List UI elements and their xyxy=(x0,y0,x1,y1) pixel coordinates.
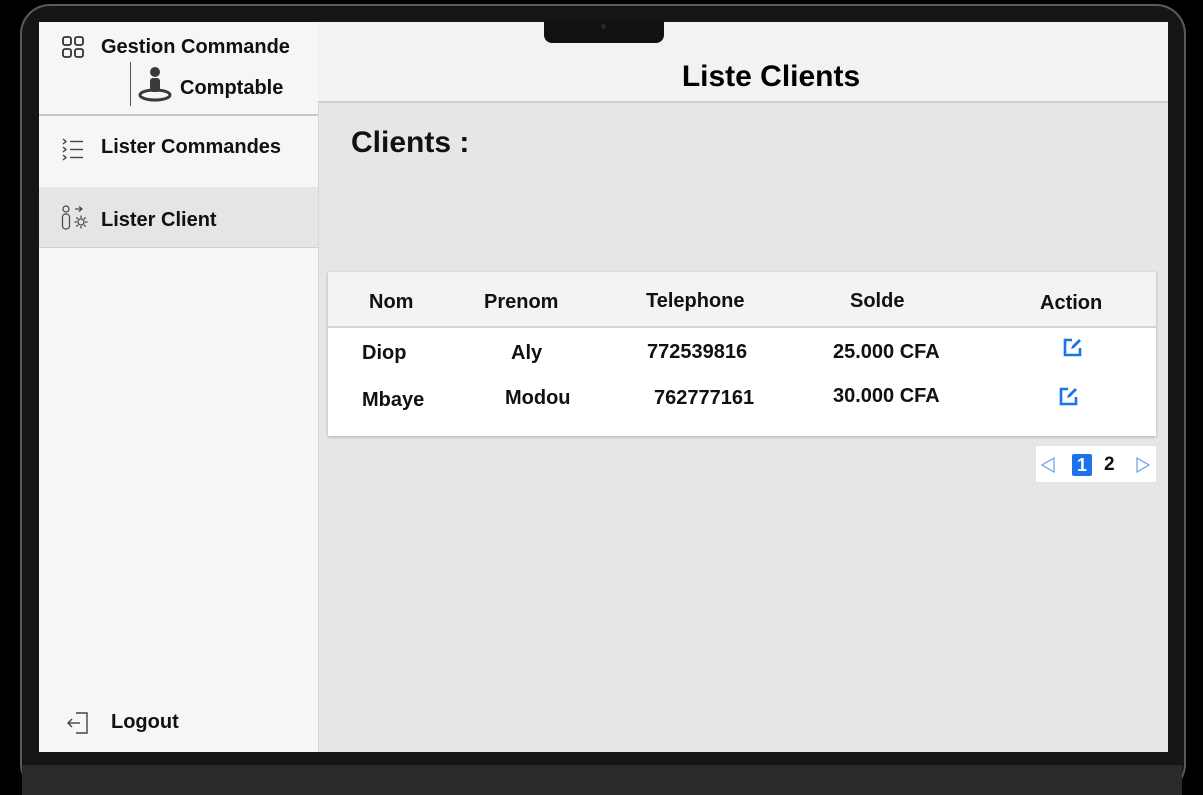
edit-icon[interactable] xyxy=(1058,385,1080,412)
user-settings-icon xyxy=(61,205,91,240)
chevron-left-icon[interactable] xyxy=(1040,456,1056,479)
user-icon xyxy=(137,66,173,107)
page-title: Liste Clients xyxy=(681,60,861,93)
sidebar-item-label: Lister Client xyxy=(101,209,217,231)
cell-telephone: 762777161 xyxy=(654,387,755,409)
cell-solde: 25.000 CFA xyxy=(833,341,940,363)
chevron-right-icon[interactable] xyxy=(1135,456,1151,479)
section-title: Clients : xyxy=(351,126,470,159)
cell-prenom: Modou xyxy=(505,387,571,409)
cell-solde: 30.000 CFA xyxy=(833,385,940,407)
column-header-nom[interactable]: Nom xyxy=(369,291,413,314)
cell-nom: Diop xyxy=(362,342,407,364)
cell-telephone: 772539816 xyxy=(647,341,748,363)
column-header-prenom[interactable]: Prenom xyxy=(484,291,558,314)
cell-prenom: Aly xyxy=(511,342,543,364)
pagination: 1 2 xyxy=(1036,446,1156,482)
app-screen: Gestion Commande Comptable Lister Comman… xyxy=(39,22,1168,752)
role-label: Comptable xyxy=(180,77,284,99)
role-divider xyxy=(130,62,131,106)
sidebar-item-lister-client[interactable]: Lister Client xyxy=(39,187,318,248)
laptop-bottom-bezel xyxy=(22,765,1182,795)
sidebar-item-lister-commandes[interactable]: Lister Commandes xyxy=(39,118,318,178)
sidebar-item-label: Lister Commandes xyxy=(101,136,282,158)
list-icon xyxy=(61,136,85,167)
sidebar: Gestion Commande Comptable Lister Comman… xyxy=(39,22,319,752)
sidebar-divider xyxy=(39,114,318,116)
camera-notch xyxy=(544,22,664,43)
logout-button[interactable]: Logout xyxy=(65,708,265,738)
page-button[interactable]: 2 xyxy=(1104,454,1115,476)
column-header-telephone[interactable]: Telephone xyxy=(646,290,745,313)
page-button-current[interactable]: 1 xyxy=(1072,454,1092,476)
column-header-solde[interactable]: Solde xyxy=(850,290,904,313)
app-title: Gestion Commande xyxy=(101,36,290,58)
grid-icon xyxy=(62,36,84,63)
table-header: Nom Prenom Telephone Solde Action xyxy=(328,272,1156,328)
logout-icon xyxy=(65,710,91,741)
column-header-action: Action xyxy=(1040,292,1103,314)
camera-icon xyxy=(601,24,606,29)
logout-label: Logout xyxy=(111,711,179,733)
clients-table: Nom Prenom Telephone Solde Action Diop A… xyxy=(328,272,1156,436)
cell-nom: Mbaye xyxy=(362,389,425,411)
edit-icon[interactable] xyxy=(1062,336,1084,363)
